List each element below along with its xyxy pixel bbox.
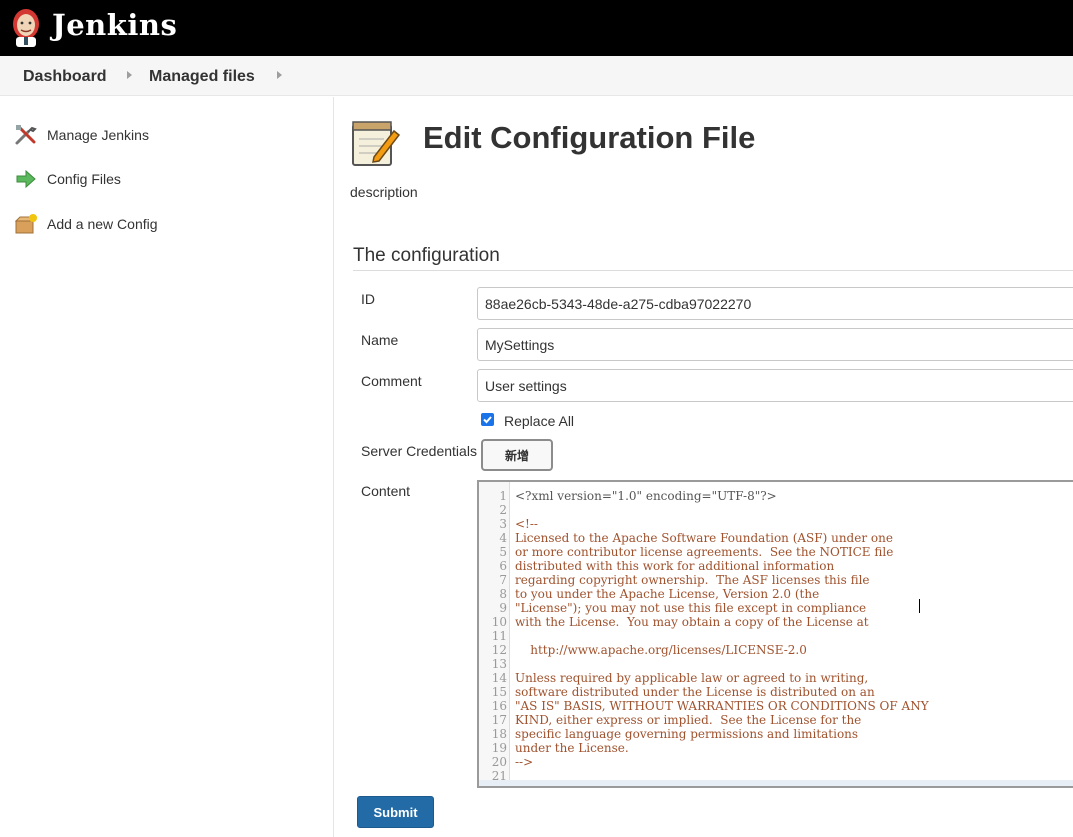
arrow-right-icon <box>16 169 36 189</box>
sidebar-item-label: Add a new Config <box>47 216 158 232</box>
description-text: description <box>350 184 418 200</box>
section-title: The configuration <box>353 245 500 266</box>
id-field-value: 88ae26cb-5343-48de-a275-cdba97022270 <box>485 295 752 312</box>
code-line: --> <box>515 755 534 769</box>
line-number: 1 <box>499 489 507 503</box>
content-label: Content <box>361 483 411 499</box>
code-line: "AS IS" BASIS, WITHOUT WARRANTIES OR CON… <box>515 699 929 713</box>
line-number: 15 <box>491 685 507 699</box>
replace-all-checkbox[interactable] <box>481 413 494 426</box>
sidebar-item-config-files[interactable]: Config Files <box>14 166 121 192</box>
comment-label: Comment <box>361 373 422 389</box>
notepad-edit-icon <box>352 121 401 166</box>
line-number: 3 <box>499 517 507 531</box>
code-line: specific language governing permissions … <box>515 727 859 741</box>
code-line: http://www.apache.org/licenses/LICENSE-2… <box>515 643 807 657</box>
line-number: 2 <box>499 503 507 517</box>
text-cursor <box>919 599 920 613</box>
code-line: Licensed to the Apache Software Foundati… <box>515 531 893 545</box>
code-line: or more contributor license agreements. … <box>515 545 894 559</box>
line-number: 12 <box>491 643 507 657</box>
line-number: 14 <box>491 671 507 685</box>
line-number: 17 <box>491 713 507 727</box>
line-number: 4 <box>499 531 507 545</box>
code-line: "License"); you may not use this file ex… <box>515 601 867 615</box>
server-credentials-label: Server Credentials <box>361 443 477 459</box>
breadcrumb: Dashboard Managed files <box>0 56 1073 96</box>
code-line: Unless required by applicable law or agr… <box>515 671 869 685</box>
content-editor[interactable]: 1 <?xml version="1.0" encoding="UTF-8"?> 2… <box>477 480 1073 788</box>
code-line: software distributed under the License i… <box>515 685 875 699</box>
id-label: ID <box>361 291 375 307</box>
comment-field-value: User settings <box>485 377 567 394</box>
replace-all-label[interactable]: Replace All <box>504 413 574 429</box>
line-number: 11 <box>491 629 507 643</box>
name-label: Name <box>361 332 399 348</box>
code-line: regarding copyright ownership. The ASF l… <box>515 573 870 587</box>
code-line: distributed with this work for additiona… <box>515 559 835 573</box>
line-number: 7 <box>499 573 507 587</box>
line-number: 20 <box>491 755 507 769</box>
top-header: Jenkins <box>0 0 1073 56</box>
code-line: under the License. <box>515 741 629 755</box>
jenkins-logo-icon[interactable] <box>9 6 43 48</box>
submit-button[interactable]: Submit <box>357 796 434 828</box>
line-number: 5 <box>499 545 507 559</box>
sidebar: Manage Jenkins Config Files Add a new Co… <box>0 97 334 837</box>
code-line: <!-- <box>515 517 538 531</box>
line-number: 18 <box>491 727 507 741</box>
checkmark-icon <box>483 416 492 424</box>
sidebar-item-add-new-config[interactable]: Add a new Config <box>14 211 158 237</box>
name-field-value: MySettings <box>485 336 555 353</box>
comment-field[interactable]: User settings <box>477 369 1073 402</box>
page-title: Edit Configuration File <box>423 120 756 155</box>
breadcrumb-managed-files[interactable]: Managed files <box>149 68 255 86</box>
sidebar-item-label: Manage Jenkins <box>47 127 149 143</box>
tools-icon <box>15 125 37 145</box>
code-line: KIND, either express or implied. See the… <box>515 713 862 727</box>
breadcrumb-chevron-icon[interactable] <box>277 71 282 79</box>
breadcrumb-chevron-icon[interactable] <box>127 71 132 79</box>
line-number: 6 <box>499 559 507 573</box>
breadcrumb-dashboard[interactable]: Dashboard <box>23 68 107 86</box>
code-line: to you under the Apache License, Version… <box>515 587 820 601</box>
add-credentials-button[interactable]: 新增 <box>481 439 553 471</box>
line-number: 13 <box>491 657 507 671</box>
section-divider <box>353 270 1073 271</box>
id-field[interactable]: 88ae26cb-5343-48de-a275-cdba97022270 <box>477 287 1073 320</box>
name-field[interactable]: MySettings <box>477 328 1073 361</box>
jenkins-brand[interactable]: Jenkins <box>52 8 177 42</box>
line-number: 16 <box>491 699 507 713</box>
line-number: 8 <box>499 587 507 601</box>
line-number: 19 <box>491 741 507 755</box>
package-add-icon <box>14 214 37 234</box>
line-number: 9 <box>499 601 507 615</box>
sidebar-item-manage-jenkins[interactable]: Manage Jenkins <box>14 122 149 148</box>
editor-scrollbar[interactable] <box>479 780 1073 786</box>
code-line: <?xml version="1.0" encoding="UTF-8"?> <box>515 489 777 503</box>
code-line: with the License. You may obtain a copy … <box>515 615 869 629</box>
sidebar-item-label: Config Files <box>47 171 121 187</box>
line-number: 10 <box>491 615 507 629</box>
